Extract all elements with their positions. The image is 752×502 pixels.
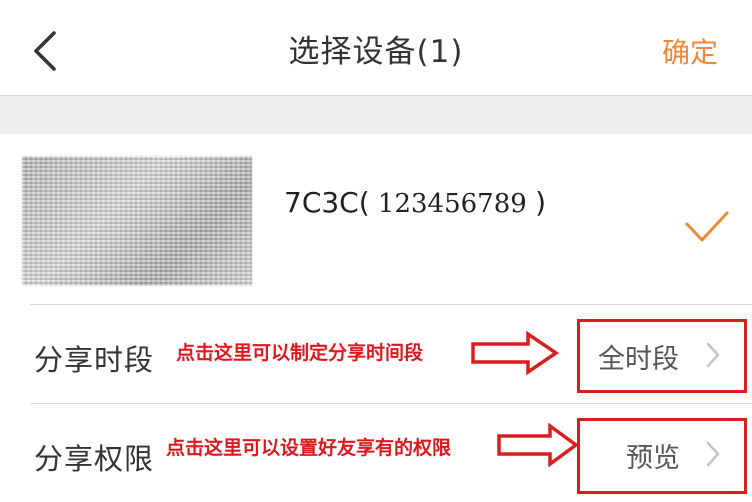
share-time-row[interactable]: 分享时段 点击这里可以制定分享时间段 全时段 <box>0 305 752 403</box>
share-permission-label: 分享权限 <box>34 442 155 476</box>
share-time-value[interactable]: 全时段 <box>598 337 679 376</box>
share-permission-value[interactable]: 预览 <box>626 436 680 475</box>
device-name-prefix: 7C3C( <box>284 186 370 219</box>
device-serial: 123456789 <box>369 189 536 219</box>
right-arrow-icon <box>497 423 579 467</box>
page-title: 选择设备(1) <box>288 34 464 70</box>
share-permission-row[interactable]: 分享权限 点击这里可以设置好友享有的权限 预览 <box>0 404 752 502</box>
chevron-right-icon <box>706 441 720 467</box>
confirm-button[interactable]: 确定 <box>662 31 718 71</box>
share-time-annotation: 点击这里可以制定分享时间段 <box>176 342 424 364</box>
checkmark-icon[interactable] <box>684 210 730 244</box>
right-arrow-icon <box>471 331 560 375</box>
section-gap <box>0 96 752 134</box>
chevron-right-icon <box>706 342 720 368</box>
device-list-item[interactable]: 7C3C( 123456789 ) <box>0 134 752 304</box>
top-nav-bar: 选择设备(1) 确定 <box>0 0 752 96</box>
share-time-label: 分享时段 <box>34 343 155 377</box>
device-thumbnail <box>22 156 252 286</box>
device-name: 7C3C( 123456789 ) <box>284 186 546 219</box>
device-name-suffix: ) <box>535 186 547 219</box>
share-permission-annotation: 点击这里可以设置好友享有的权限 <box>166 437 452 459</box>
